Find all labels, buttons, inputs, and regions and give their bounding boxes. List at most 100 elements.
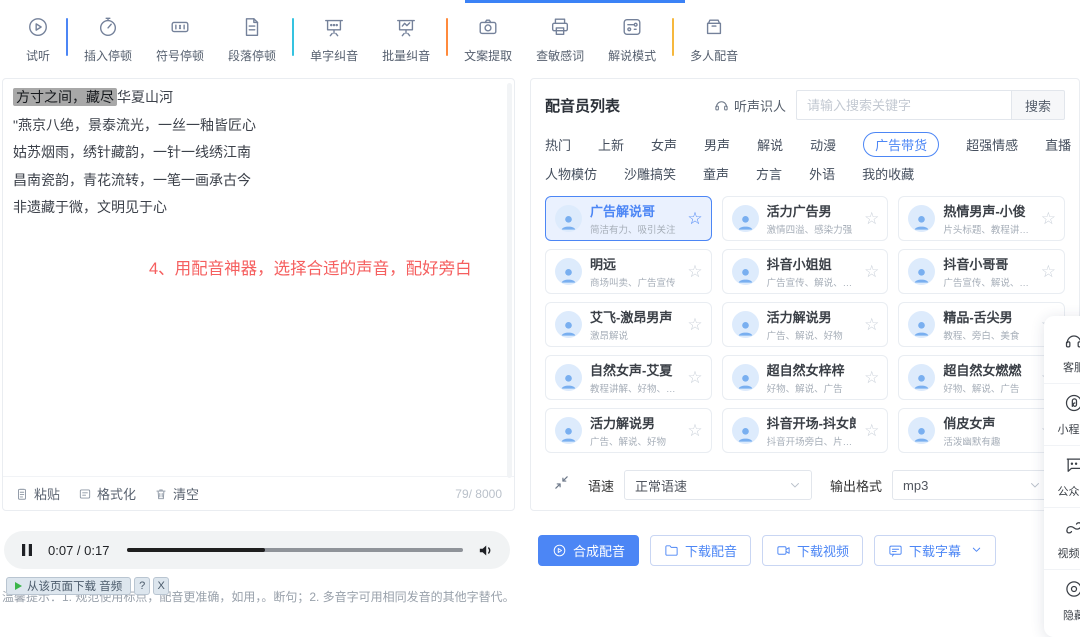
editor-text-area[interactable]: 方寸之间，藏尽华夏山河"燕京八绝，景泰流光，一丝一釉皆匠心姑苏烟雨，绣针藏韵，一… — [3, 79, 514, 222]
widget-item-headset[interactable]: 客服 — [1044, 322, 1080, 383]
category-tab[interactable]: 外语 — [809, 164, 835, 183]
toolbar-button-camera[interactable]: 文案提取 — [464, 16, 512, 64]
favorite-star-icon[interactable]: ☆ — [687, 210, 702, 227]
voice-card[interactable]: 自然女声-艾夏教程讲解、好物、阅读☆ — [545, 355, 712, 400]
voice-card[interactable]: 俏皮女声活泼幽默有趣☆ — [898, 408, 1065, 453]
download-video-button[interactable]: 下载视频 — [762, 535, 863, 566]
voice-match-button[interactable]: 听声识人 — [714, 96, 786, 115]
voice-description: 好物、解说、广告 — [943, 381, 1032, 395]
player-progress-fill — [127, 548, 265, 552]
douyin-icon — [1064, 517, 1080, 542]
category-tab[interactable]: 沙雕搞笑 — [624, 164, 676, 183]
voice-card[interactable]: 艾飞-激昂男声激昂解说☆ — [545, 302, 712, 347]
toolbar-button-box[interactable]: 多人配音 — [690, 16, 738, 64]
voice-card[interactable]: 明远商场叫卖、广告宣传☆ — [545, 249, 712, 294]
speed-select[interactable]: 正常语速 — [624, 470, 812, 500]
favorite-star-icon[interactable]: ☆ — [864, 369, 879, 386]
voice-card[interactable]: 活力解说男广告、解说、好物☆ — [722, 302, 889, 347]
voice-card[interactable]: 抖音小哥哥广告宣传、解说、旁白☆ — [898, 249, 1065, 294]
voice-card[interactable]: 广告解说哥简洁有力、吸引关注☆ — [545, 196, 712, 241]
widget-item-miniapp[interactable]: 小程序 — [1044, 383, 1080, 445]
avatar — [732, 258, 759, 285]
category-tab[interactable]: 热门 — [545, 135, 571, 154]
voice-card[interactable]: 热情男声-小俊片头标题、教程讲解、游...☆ — [898, 196, 1065, 241]
voice-name: 精品-舌尖男 — [943, 307, 1032, 326]
camera-icon — [477, 16, 499, 43]
volume-button[interactable] — [477, 542, 494, 559]
favorite-star-icon[interactable]: ☆ — [864, 316, 879, 333]
widget-item-chat[interactable]: 公众号 — [1044, 445, 1080, 507]
search-button[interactable]: 搜索 — [1011, 90, 1065, 120]
paste-button[interactable]: 粘贴 — [15, 484, 60, 503]
extension-help-button[interactable]: ? — [134, 577, 150, 595]
clear-button[interactable]: 清空 — [154, 484, 199, 503]
editor-scrollbar[interactable] — [507, 83, 512, 478]
category-tab[interactable]: 超强情感 — [966, 135, 1018, 154]
favorite-star-icon[interactable]: ☆ — [864, 422, 879, 439]
voice-card-text: 超自然女燃燃好物、解说、广告 — [943, 360, 1032, 395]
subtitle-dropdown-arrow[interactable] — [971, 543, 982, 558]
favorite-star-icon[interactable]: ☆ — [687, 422, 702, 439]
favorite-star-icon[interactable]: ☆ — [1041, 210, 1056, 227]
voice-card[interactable]: 超自然女燃燃好物、解说、广告☆ — [898, 355, 1065, 400]
toolbar-group: 试听 — [10, 16, 66, 64]
volume-icon — [477, 542, 494, 559]
chevron-down-icon — [1029, 479, 1041, 491]
format-select[interactable]: mp3 — [892, 470, 1052, 500]
toolbar-button-sliders[interactable]: 解说模式 — [608, 16, 656, 64]
pause-button[interactable] — [20, 543, 34, 557]
format-select-label: 输出格式 — [830, 476, 882, 495]
category-tab[interactable]: 上新 — [598, 135, 624, 154]
text-editor-panel[interactable]: 方寸之间，藏尽华夏山河"燕京八绝，景泰流光，一丝一釉皆匠心姑苏烟雨，绣针藏韵，一… — [2, 78, 515, 511]
voice-description: 激昂解说 — [590, 328, 679, 342]
category-tab[interactable]: 动漫 — [810, 135, 836, 154]
voice-card[interactable]: 活力广告男激情四溢、感染力强☆ — [722, 196, 889, 241]
toolbar-button-printer[interactable]: 查敏感词 — [536, 16, 584, 64]
favorite-star-icon[interactable]: ☆ — [864, 263, 879, 280]
voice-card[interactable]: 精品-舌尖男教程、旁白、美食☆ — [898, 302, 1065, 347]
search-input[interactable] — [796, 90, 1011, 120]
category-tab[interactable]: 直播 — [1045, 135, 1071, 154]
widget-item-douyin[interactable]: 视频号 — [1044, 507, 1080, 569]
toolbar-button-board-wave[interactable]: 批量纠音 — [382, 16, 430, 64]
category-tab[interactable]: 我的收藏 — [862, 164, 914, 183]
paste-icon — [15, 487, 29, 501]
extension-close-button[interactable]: X — [153, 577, 169, 595]
category-tab[interactable]: 童声 — [703, 164, 729, 183]
player-progress-track[interactable] — [127, 548, 463, 552]
category-tab[interactable]: 男声 — [704, 135, 730, 154]
favorite-star-icon[interactable]: ☆ — [687, 369, 702, 386]
toolbar-button-label: 查敏感词 — [536, 47, 584, 64]
toolbar-button-board-dots[interactable]: 单字纠音 — [310, 16, 358, 64]
toolbar-button-gauge[interactable]: 插入停顿 — [84, 16, 132, 64]
favorite-star-icon[interactable]: ☆ — [1041, 263, 1056, 280]
extension-download-button[interactable]: 从该页面下载 音频 — [6, 577, 131, 595]
synthesize-button[interactable]: 合成配音 — [538, 535, 639, 566]
toolbar-button-symbol-pause[interactable]: 符号停顿 — [156, 16, 204, 64]
collapse-panel-button[interactable] — [553, 474, 570, 496]
category-tab[interactable]: 广告带货 — [863, 132, 939, 157]
subtitle-icon — [888, 543, 903, 558]
category-tab[interactable]: 人物模仿 — [545, 164, 597, 183]
favorite-star-icon[interactable]: ☆ — [864, 210, 879, 227]
widget-item-eye[interactable]: 隐藏 — [1044, 569, 1080, 631]
voice-card[interactable]: 抖音开场-抖女郎抖音开场旁白、片头标题☆ — [722, 408, 889, 453]
favorite-star-icon[interactable]: ☆ — [687, 263, 702, 280]
toolbar-button-play-circle[interactable]: 试听 — [26, 16, 50, 64]
voice-name: 抖音小哥哥 — [943, 254, 1032, 273]
favorite-star-icon[interactable]: ☆ — [687, 316, 702, 333]
play-circle-icon — [27, 16, 49, 43]
toolbar-button-paragraph-doc[interactable]: 段落停顿 — [228, 16, 276, 64]
download-subtitle-button[interactable]: 下载字幕 VIP — [874, 535, 996, 566]
voice-card[interactable]: 超自然女梓梓好物、解说、广告☆ — [722, 355, 889, 400]
download-audio-button[interactable]: 下载配音 — [650, 535, 751, 566]
category-tab[interactable]: 解说 — [757, 135, 783, 154]
voice-card[interactable]: 活力解说男广告、解说、好物☆ — [545, 408, 712, 453]
widget-item-label: 公众号 — [1058, 483, 1080, 499]
category-tab[interactable]: 女声 — [651, 135, 677, 154]
toolbar-button-label: 多人配音 — [690, 47, 738, 64]
voice-cards-grid: 广告解说哥简洁有力、吸引关注☆活力广告男激情四溢、感染力强☆热情男声-小俊片头标… — [531, 188, 1079, 453]
voice-card[interactable]: 抖音小姐姐广告宣传、解说、旁白☆ — [722, 249, 889, 294]
category-tab[interactable]: 方言 — [756, 164, 782, 183]
format-button[interactable]: 格式化 — [78, 484, 136, 503]
